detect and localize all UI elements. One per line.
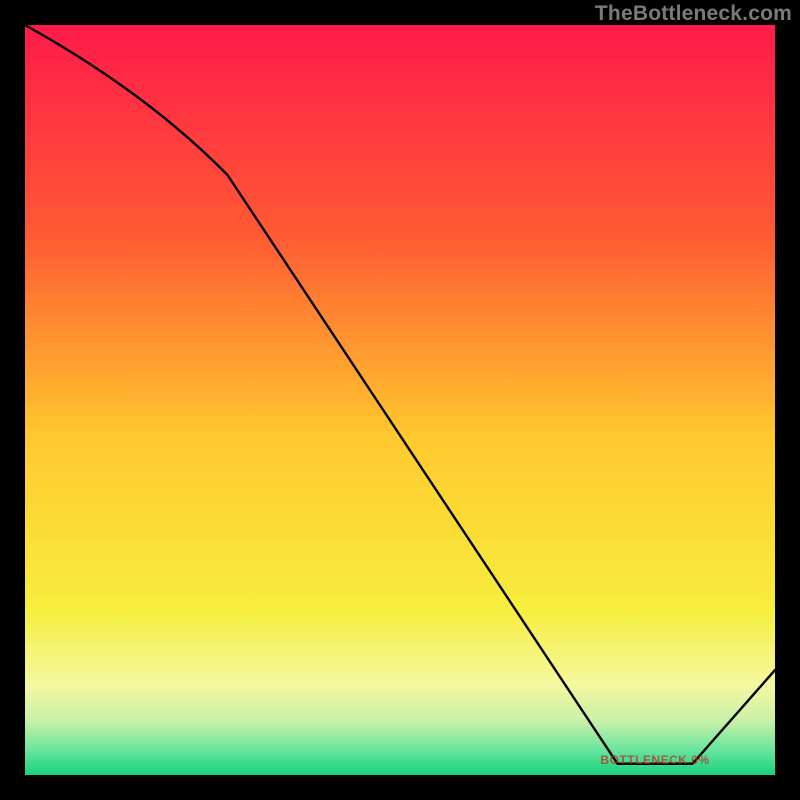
watermark-label: TheBottleneck.com	[595, 2, 792, 26]
chart-container: TheBottleneck.com BOTTLENECK 0%	[0, 0, 800, 800]
chart-svg	[25, 25, 775, 775]
plot-background	[25, 25, 775, 775]
plot-frame: BOTTLENECK 0%	[25, 25, 775, 775]
